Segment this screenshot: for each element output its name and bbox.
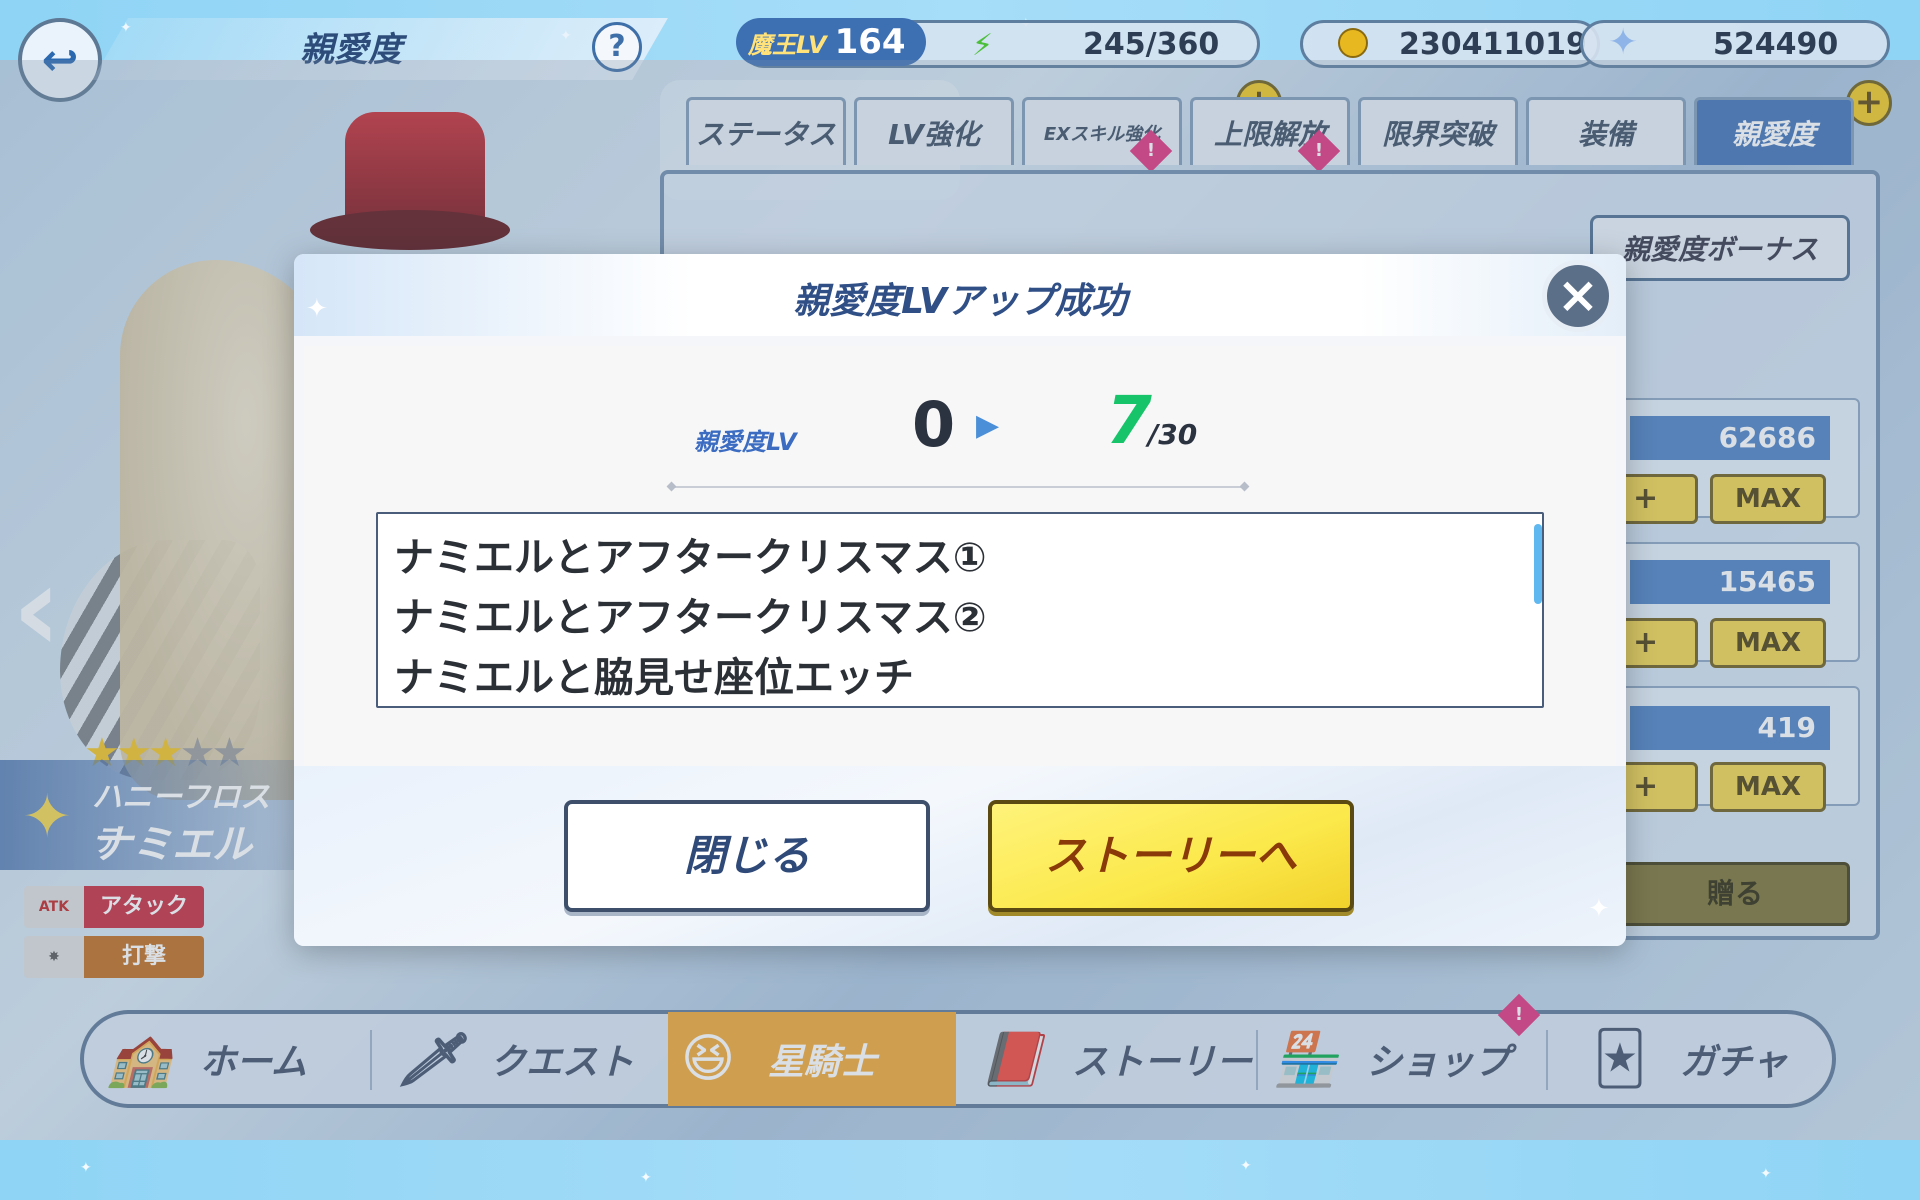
stamina-bolt-icon: ⚡ [972,28,994,63]
scrollbar[interactable] [1534,524,1542,604]
player-level-label: 魔王LV [748,30,827,59]
unlocked-story-list[interactable]: ナミエルとアフタークリスマス① ナミエルとアフタークリスマス② ナミエルと脇見せ… [376,512,1544,708]
sparkle-icon: ✦ [1588,894,1610,924]
sparkle-icon: ✦ [1240,1158,1252,1174]
gem-value: 524490 [1713,26,1839,62]
go-to-story-button[interactable]: ストーリーへ [988,800,1354,912]
level-up-dialog: ✦ 親愛度LVアップ成功 × 親愛度LV 0 ▶ 7 /30 ナミエルとアフター… [294,254,1626,946]
stamina-value: 245/360 [1083,26,1220,62]
level-to: 7 [1106,382,1152,459]
arrow-right-icon: ▶ [976,408,1000,443]
divider [672,486,1244,488]
list-item: ナミエルと脇見せ座位エッチ [394,655,914,701]
dialog-footer [294,766,1626,946]
bottom-frame: ✦ ✦ ✦ ✦ [0,1140,1920,1200]
sparkle-icon: ✦ [80,1160,92,1176]
close-button[interactable]: 閉じる [564,800,930,912]
level-max: /30 [1148,418,1198,451]
coin-icon [1338,28,1368,58]
list-item: ナミエルとアフタークリスマス① [394,535,987,581]
sparkle-icon: ✦ [1760,1166,1772,1182]
player-level-value: 164 [834,22,906,62]
list-item: ナミエルとアフタークリスマス② [394,595,987,641]
sparkle-icon: ✦ [640,1170,652,1186]
gem-star-icon: ✦ [1608,22,1639,63]
dialog-title: 親愛度LVアップ成功 [793,281,1127,322]
player-level-badge: 魔王LV 164 [736,18,926,66]
level-from: 0 [912,388,956,461]
gold-value: 230411019 [1399,26,1587,62]
close-icon[interactable]: × [1542,260,1614,332]
affection-level-label: 親愛度LV [694,428,797,456]
